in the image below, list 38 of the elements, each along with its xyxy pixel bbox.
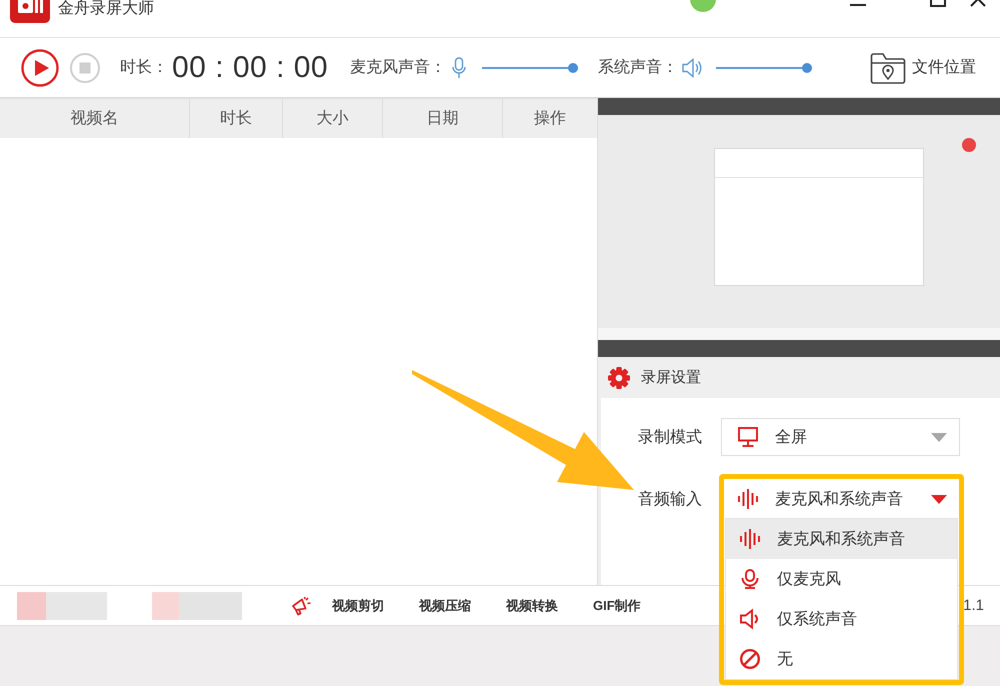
dropdown-option[interactable]: 无: [726, 639, 957, 679]
sound-wave-icon: [740, 529, 760, 549]
monitor-icon: [738, 427, 758, 447]
field-label: 音频输入: [638, 490, 703, 510]
speaker-icon: [740, 609, 760, 629]
column-header[interactable]: 大小: [283, 99, 383, 138]
version-text: 1.1: [963, 597, 984, 614]
microphone-icon: [740, 569, 760, 589]
tool-link[interactable]: 视频剪切: [332, 596, 384, 614]
dropdown-option[interactable]: 麦克风和系统声音: [726, 519, 957, 559]
column-header[interactable]: 日期: [383, 99, 503, 138]
tool-link[interactable]: GIF制作: [593, 596, 641, 614]
caret-icon: [931, 432, 947, 442]
dropdown[interactable]: 全屏: [721, 418, 960, 456]
file-location-button[interactable]: 文件位置: [870, 52, 976, 84]
column-header[interactable]: 视频名: [0, 99, 190, 138]
duration-label: 时长：: [120, 58, 168, 78]
settings-icon: [608, 366, 630, 388]
folder-icon: [870, 52, 906, 84]
duration-display: 00 : 00 : 00: [172, 50, 328, 84]
avatar-icon: [690, 0, 716, 12]
dropdown-option[interactable]: 仅麦克风: [726, 559, 957, 599]
microphone-volume-label: 麦克风声音：: [350, 58, 446, 78]
system-volume-label: 系统声音：: [598, 58, 678, 78]
dropdown-option[interactable]: 仅系统声音: [726, 599, 957, 639]
tool-link[interactable]: 视频压缩: [419, 596, 471, 614]
tool-link[interactable]: 视频转换: [506, 596, 558, 614]
column-header[interactable]: 时长: [190, 99, 283, 138]
settings-title: 录屏设置: [641, 368, 701, 387]
caret-icon: [931, 494, 947, 504]
speaker-icon: [682, 58, 702, 78]
sound-wave-icon: [738, 489, 758, 509]
prohibited-icon: [740, 649, 760, 669]
megaphone-icon: [291, 596, 311, 616]
field-label: 录制模式: [638, 428, 703, 448]
column-header[interactable]: 操作: [503, 99, 597, 138]
microphone-icon: [452, 56, 466, 78]
record-button[interactable]: [21, 48, 59, 86]
